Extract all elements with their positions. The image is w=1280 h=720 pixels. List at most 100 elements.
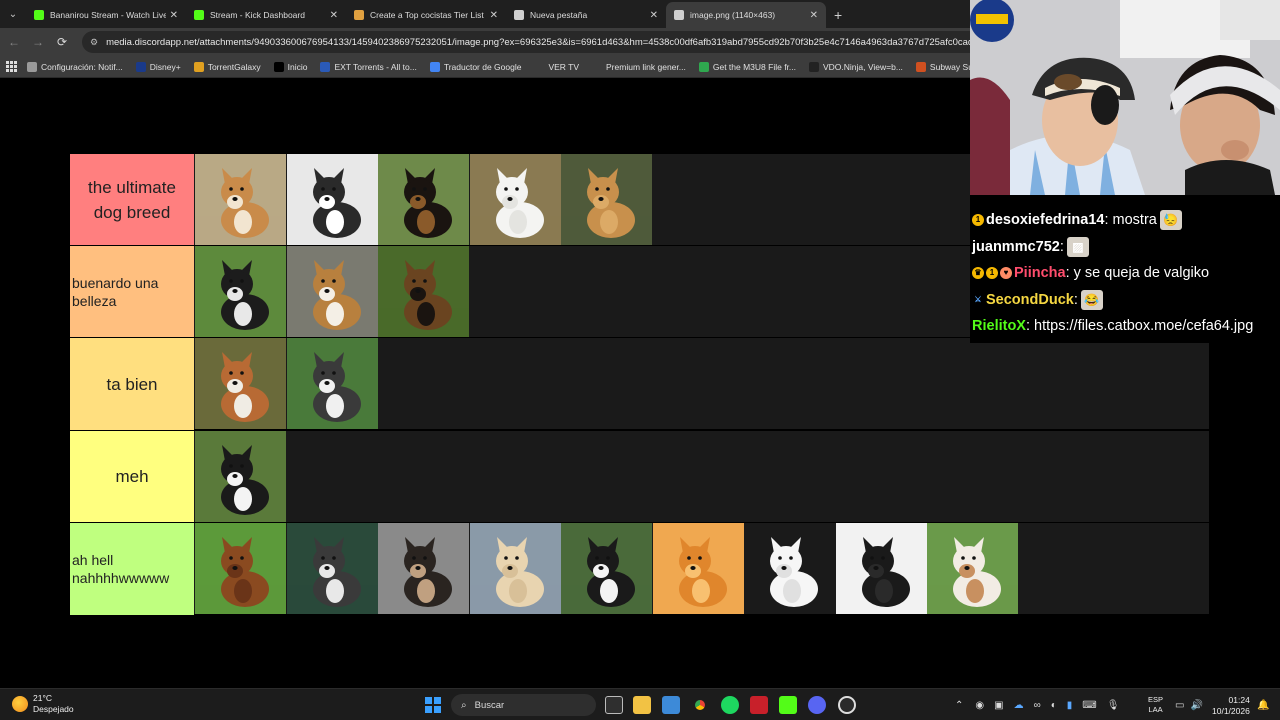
language-indicator[interactable]: ESP LAA (1148, 695, 1163, 715)
apps-grid-icon[interactable] (6, 61, 17, 72)
file-explorer-icon[interactable] (633, 696, 651, 714)
bookmark-item[interactable]: Get the M3U8 File fr... (698, 61, 796, 72)
new-tab-button[interactable]: + (826, 2, 850, 28)
steam-icon[interactable]: ◐ (1051, 700, 1057, 711)
dog-image-siberian-husky[interactable] (286, 154, 378, 245)
browser-tab[interactable]: Stream - Kick Dashboard ✕ (186, 2, 346, 28)
dog-image-chihuahua[interactable] (378, 522, 469, 614)
dog-image-samoyed[interactable] (469, 154, 561, 245)
chat-text: : y se queja de valgiko (1065, 265, 1210, 282)
chat-username[interactable]: Piincha (1014, 265, 1066, 281)
address-bar[interactable]: ⚙ media.discordapp.net/attachments/94903… (82, 31, 982, 53)
kick-icon[interactable] (779, 696, 797, 714)
bookmark-item[interactable]: Traductor de Google (429, 61, 521, 72)
chevron-up-icon[interactable]: ⌃ (955, 700, 963, 711)
dog-image-dachshund[interactable] (195, 522, 286, 614)
start-button[interactable] (425, 697, 441, 713)
photos-icon[interactable] (662, 696, 680, 714)
chat-username[interactable]: SecondDuck (986, 292, 1074, 308)
chrome-icon[interactable] (691, 696, 709, 714)
tab-close-icon[interactable]: ✕ (330, 10, 338, 21)
tab-close-icon[interactable]: ✕ (650, 10, 658, 21)
notifications-icon[interactable]: 🔔 (1257, 689, 1269, 720)
chat-username[interactable]: desoxiefedrina14 (986, 212, 1104, 228)
dog-illustration (195, 154, 286, 245)
dog-image-maltese[interactable] (744, 522, 835, 614)
browser-toolbar: ← → ⟳ ⚙ media.discordapp.net/attachments… (0, 28, 982, 56)
back-button[interactable]: ← (2, 35, 26, 49)
dog-image-english-bulldog[interactable] (927, 522, 1018, 614)
quick-settings[interactable]: ▭ 🔊 (1175, 689, 1203, 720)
tab-close-icon[interactable]: ✕ (170, 10, 178, 21)
sweat-emote: 😓 (1159, 210, 1182, 231)
taskbar-clock[interactable]: 01:24 10/1/2026 (1212, 695, 1250, 717)
bookmark-label: VDO.Ninja, View=b... (823, 61, 903, 72)
tab-close-icon[interactable]: ✕ (490, 10, 498, 21)
dog-image-boston-terrier[interactable] (561, 522, 652, 614)
x-icon (273, 61, 284, 72)
voicemod-icon[interactable] (750, 696, 768, 714)
microphone-icon[interactable]: 🎙 (1107, 700, 1120, 711)
dog-image-golden-retriever[interactable] (561, 154, 652, 245)
dog-image-american-staffordshire[interactable] (195, 338, 286, 430)
bookmark-item[interactable]: EXT Torrents - All to... (320, 61, 417, 72)
ext-icon (320, 61, 331, 72)
dog-image-bull-terrier[interactable] (195, 430, 286, 522)
dog-image-shiba-inu[interactable] (195, 154, 286, 245)
dog-image-german-shepherd[interactable] (378, 246, 469, 338)
dog-image-poodle[interactable] (835, 522, 927, 614)
taskbar-search[interactable]: ⌕ Buscar (451, 694, 596, 716)
antivirus-icon[interactable]: ◉ (975, 700, 984, 711)
bookmark-item[interactable]: VER TV (534, 61, 579, 72)
gear-icon (27, 61, 37, 72)
tab-favicon-icon (674, 10, 684, 20)
cloud-icon[interactable]: ☁ (1014, 700, 1024, 711)
clock-date: 10/1/2026 (1212, 706, 1250, 716)
site-info-icon[interactable]: ⚙ (90, 37, 98, 48)
bookmark-item[interactable]: Premium link gener... (592, 61, 686, 72)
dog-illustration (378, 154, 469, 245)
discord-icon[interactable] (808, 696, 826, 714)
obs-icon[interactable] (838, 696, 856, 714)
link-icon[interactable]: ∞ (1034, 700, 1041, 711)
chat-username[interactable]: juanmmc752 (972, 239, 1060, 255)
tab-search-button[interactable]: ⌄ (0, 0, 26, 28)
browser-tab[interactable]: Create a Top cocistas Tier List - ✕ (346, 2, 506, 28)
weather-widget[interactable]: 21°C Despejado (12, 693, 74, 715)
bookmark-item[interactable]: Configuración: Notif... (27, 61, 123, 72)
spotify-icon[interactable] (721, 696, 739, 714)
dog-image-pomeranian[interactable] (652, 522, 744, 614)
volume-icon: 🔊 (1190, 699, 1203, 711)
dog-image-husky-puppy[interactable] (286, 522, 378, 614)
tier-row: ta bien (70, 337, 1209, 431)
browser-tab[interactable]: image.png (1140×463) ✕ (666, 2, 826, 28)
chat-username[interactable]: RielitoX (972, 318, 1026, 334)
bookmark-item[interactable]: Disney+ (135, 61, 181, 72)
dog-illustration (286, 246, 378, 338)
gamepad-icon[interactable]: ▣ (994, 700, 1003, 711)
browser-tab[interactable]: Nueva pestaña ✕ (506, 2, 666, 28)
dog-image-rough-collie[interactable] (286, 246, 378, 338)
app-tray-icon[interactable]: ▮ (1067, 700, 1073, 711)
keyboard-icon[interactable]: ⌨ (1082, 700, 1096, 711)
task-view-icon[interactable] (605, 696, 623, 714)
bookmark-label: Get the M3U8 File fr... (712, 61, 796, 72)
tab-close-icon[interactable]: ✕ (810, 10, 818, 21)
dog-image-greyhound[interactable] (195, 246, 286, 338)
bookmark-item[interactable]: TorrentGalaxy (193, 61, 261, 72)
tier-items (195, 154, 653, 246)
bookmark-item[interactable]: VDO.Ninja, View=b... (809, 61, 903, 72)
tab-title: Create a Top cocistas Tier List - (370, 10, 486, 20)
bookmark-item[interactable]: Inicio (273, 61, 307, 72)
bookmarks-bar: Configuración: Notif... Disney+ TorrentGal… (0, 56, 1010, 78)
tab-title: Nueva pestaña (530, 10, 588, 20)
browser-tab[interactable]: Bananirou Stream - Watch Live ✕ (26, 2, 186, 28)
reload-button[interactable]: ⟳ (50, 35, 74, 49)
dog-image-akita[interactable] (286, 338, 378, 430)
dog-image-doberman[interactable] (378, 154, 469, 245)
moderator-badge-icon: 1 (986, 267, 998, 280)
dog-image-french-bulldog[interactable] (469, 522, 561, 614)
tab-title: Bananirou Stream - Watch Live (50, 10, 166, 20)
forward-button[interactable]: → (26, 35, 50, 49)
tier-items (195, 338, 378, 430)
